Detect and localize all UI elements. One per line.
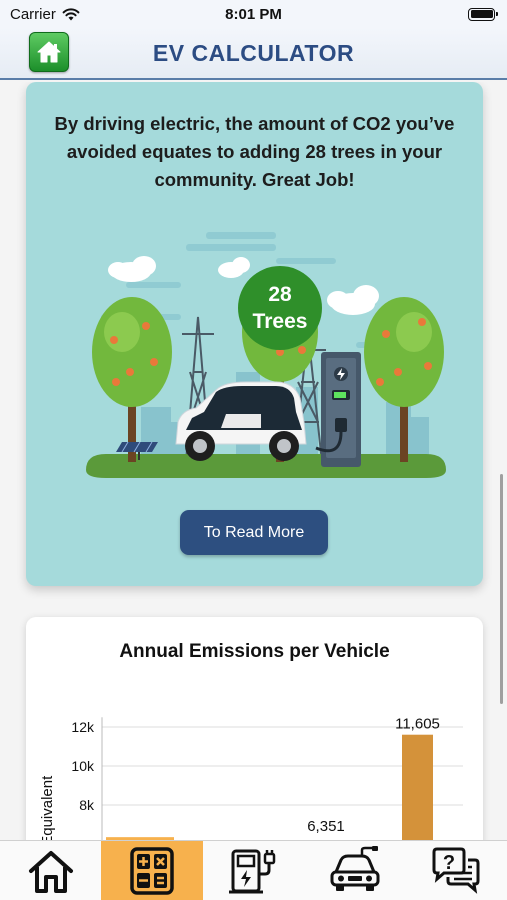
svg-text:?: ? xyxy=(443,852,455,874)
tab-charging[interactable] xyxy=(203,841,304,900)
tab-vehicle[interactable] xyxy=(304,841,405,900)
chart-bar xyxy=(402,734,433,840)
nav-header: EV CALCULATOR xyxy=(0,28,507,80)
scroll-content[interactable]: By driving electric, the amount of CO2 y… xyxy=(0,82,507,840)
wifi-icon xyxy=(62,7,80,20)
read-more-button[interactable]: To Read More xyxy=(180,510,328,555)
tab-home[interactable] xyxy=(0,841,101,900)
y-tick-label: 10k xyxy=(71,758,95,774)
trees-card: By driving electric, the amount of CO2 y… xyxy=(26,82,483,586)
home-outline-icon xyxy=(28,851,73,893)
bar-value-label: 6,351 xyxy=(307,818,345,835)
app-screen: Carrier 8:01 PM EV CALCULATOR By driving… xyxy=(0,0,507,900)
electric-car-icon xyxy=(330,846,380,891)
y-axis-label: 2 Equivalent xyxy=(39,775,56,840)
battery-icon xyxy=(468,7,498,21)
badge-label: Trees xyxy=(253,310,308,333)
y-tick-label: 8k xyxy=(79,797,95,813)
charging-station xyxy=(315,352,361,467)
charging-station-icon xyxy=(229,849,276,894)
tab-faq[interactable]: ? xyxy=(406,841,507,900)
page-title: EV CALCULATOR xyxy=(152,39,355,66)
question-chat-icon: ? xyxy=(432,847,480,894)
tab-bar: ? xyxy=(0,840,507,900)
ev-trees-illustration: 28 Trees xyxy=(86,232,446,478)
status-left: Carrier xyxy=(10,6,80,23)
emissions-chart-card: Annual Emissions per Vehicle 8k 10k 12k 2 E… xyxy=(26,617,483,840)
bar-value-label: 11,605 xyxy=(395,716,440,733)
right-tree xyxy=(364,297,444,462)
tab-calculator[interactable] xyxy=(101,841,203,900)
emissions-chart: 8k 10k 12k 2 Equivalent 6,351 11,605 xyxy=(39,716,463,840)
home-icon xyxy=(37,41,61,63)
home-button[interactable] xyxy=(29,32,69,72)
calculator-icon xyxy=(130,847,174,895)
carrier-label: Carrier xyxy=(10,5,56,23)
status-bar: Carrier 8:01 PM xyxy=(0,0,507,28)
badge-number: 28 xyxy=(268,283,292,306)
scrollbar[interactable] xyxy=(500,474,503,704)
trees-badge: 28 Trees xyxy=(238,266,322,350)
trees-message: By driving electric, the amount of CO2 y… xyxy=(54,113,455,190)
y-tick-label: 12k xyxy=(71,719,95,735)
